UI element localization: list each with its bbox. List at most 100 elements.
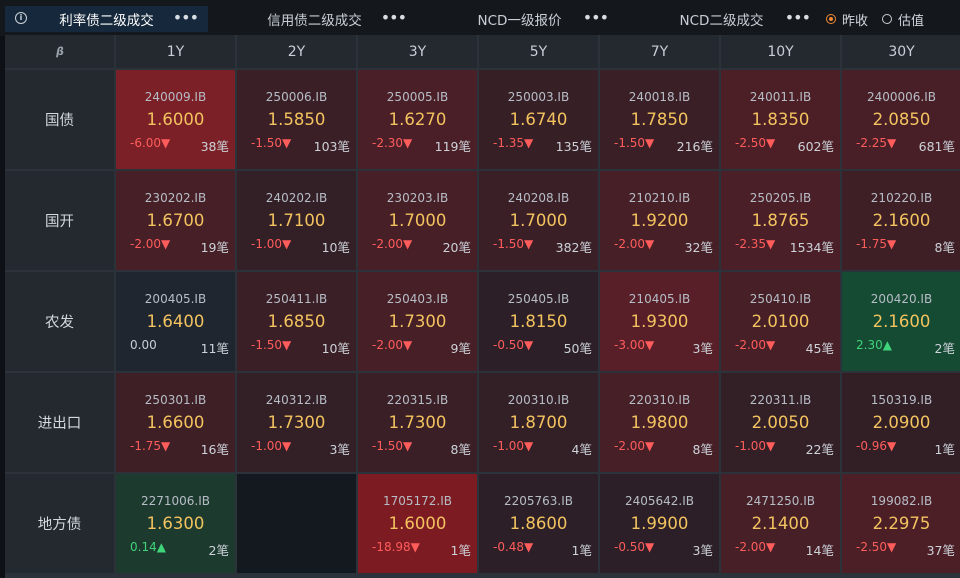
bond-cell[interactable]: 250005.IB 1.6270 -2.30▼ 119笔 (358, 70, 477, 169)
bond-cell[interactable]: 2471250.IB 2.1400 -2.00▼ 14笔 (721, 474, 840, 573)
bond-yield: 2.0050 (751, 413, 810, 432)
more-icon[interactable]: ••• (173, 9, 199, 27)
bond-cell[interactable]: 1705172.IB 1.6000 -18.98▼ 1笔 (358, 474, 477, 573)
bond-code: 230203.IB (386, 191, 449, 205)
trade-count: 382笔 (555, 240, 592, 255)
trade-count: 8笔 (692, 442, 713, 457)
column-header-30y[interactable]: 30Y (842, 35, 960, 68)
bond-code: 240312.IB (265, 393, 328, 407)
more-icon[interactable]: ••• (583, 9, 609, 27)
bp-change: -2.30▼ (372, 136, 413, 150)
bond-code: 250301.IB (144, 393, 207, 407)
bond-cell[interactable]: 2205763.IB 1.8600 -0.48▼ 1笔 (479, 474, 598, 573)
bp-change: -1.00▼ (493, 439, 534, 453)
bond-cell[interactable]: 210210.IB 1.9200 -2.00▼ 32笔 (600, 171, 719, 270)
bond-cell[interactable]: 200420.IB 2.1600 2.30▲ 2笔 (842, 272, 960, 371)
bond-cell[interactable]: 250410.IB 2.0100 -2.00▼ 45笔 (721, 272, 840, 371)
bond-cell[interactable]: 200310.IB 1.8700 -1.00▼ 4笔 (479, 373, 598, 472)
bp-change: -0.50▼ (493, 338, 534, 352)
radio-valuation[interactable]: 估值 (882, 10, 924, 29)
bond-code: 2471250.IB (745, 494, 816, 508)
row-header[interactable]: 农发 (5, 272, 114, 371)
bond-cell[interactable]: 250411.IB 1.6850 -1.50▼ 10笔 (237, 272, 356, 371)
bond-cell[interactable]: 250006.IB 1.5850 -1.50▼ 103笔 (237, 70, 356, 169)
trade-count: 50笔 (563, 341, 592, 356)
bond-code: 250410.IB (749, 292, 812, 306)
row-header[interactable]: 进出口 (5, 373, 114, 472)
bp-change: -1.75▼ (856, 237, 897, 251)
trade-count: 20笔 (442, 240, 471, 255)
trade-count: 1534笔 (789, 240, 834, 255)
bond-code: 2271006.IB (140, 494, 211, 508)
bond-code: 220311.IB (749, 393, 812, 407)
column-header-1y[interactable]: 1Y (116, 35, 235, 68)
bond-cell[interactable]: 2405642.IB 1.9900 -0.50▼ 3笔 (600, 474, 719, 573)
tab-rates-secondary[interactable]: i 利率债二级成交 ••• (5, 6, 208, 32)
more-icon[interactable]: ••• (381, 9, 407, 27)
bond-cell[interactable]: 2400006.IB 2.0850 -2.25▼ 681笔 (842, 70, 960, 169)
bond-cell[interactable]: 240018.IB 1.7850 -1.50▼ 216笔 (600, 70, 719, 169)
bond-yield: 1.7000 (388, 211, 447, 230)
tab-ncd-primary[interactable]: NCD一级报价 ••• (421, 6, 618, 32)
bond-cell[interactable]: 220310.IB 1.9800 -2.00▼ 8笔 (600, 373, 719, 472)
bond-code: 2205763.IB (503, 494, 574, 508)
bond-cell[interactable]: 250405.IB 1.8150 -0.50▼ 50笔 (479, 272, 598, 371)
bond-cell[interactable]: 220311.IB 2.0050 -1.00▼ 22笔 (721, 373, 840, 472)
bond-cell[interactable]: 210220.IB 2.1600 -1.75▼ 8笔 (842, 171, 960, 270)
bp-change: -0.96▼ (856, 439, 897, 453)
row-header[interactable]: 地方债 (5, 474, 114, 573)
bond-yield: 1.6300 (146, 514, 205, 533)
price-basis-radio-group: 昨收 估值 (826, 9, 938, 29)
trade-count: 16笔 (200, 442, 229, 457)
bp-change: -1.00▼ (251, 439, 292, 453)
bond-cell[interactable]: 240202.IB 1.7100 -1.00▼ 10笔 (237, 171, 356, 270)
tab-label: 利率债二级成交 (59, 13, 154, 29)
bond-cell[interactable]: 150319.IB 2.0900 -0.96▼ 1笔 (842, 373, 960, 472)
bond-cell[interactable]: 250205.IB 1.8765 -2.35▼ 1534笔 (721, 171, 840, 270)
bond-cell[interactable]: 240312.IB 1.7300 -1.00▼ 3笔 (237, 373, 356, 472)
bond-yield: 1.6400 (146, 312, 205, 331)
bond-cell[interactable]: 230202.IB 1.6700 -2.00▼ 19笔 (116, 171, 235, 270)
bond-yield: 1.8150 (509, 312, 568, 331)
bond-cell[interactable]: 210405.IB 1.9300 -3.00▼ 3笔 (600, 272, 719, 371)
bond-cell[interactable]: 2271006.IB 1.6300 0.14▲ 2笔 (116, 474, 235, 573)
column-header-7y[interactable]: 7Y (600, 35, 719, 68)
bond-cell[interactable]: 200405.IB 1.6400 0.00 11笔 (116, 272, 235, 371)
bp-change: -1.50▼ (614, 136, 655, 150)
column-header-3y[interactable]: 3Y (358, 35, 477, 68)
trade-count: 8笔 (934, 240, 955, 255)
trade-count: 216笔 (676, 139, 713, 154)
bond-yield: 1.9300 (630, 312, 689, 331)
row-header[interactable]: 国债 (5, 70, 114, 169)
row-header[interactable]: 国开 (5, 171, 114, 270)
bond-cell[interactable]: 230203.IB 1.7000 -2.00▼ 20笔 (358, 171, 477, 270)
bp-change: -1.50▼ (372, 439, 413, 453)
bond-cell[interactable]: 240009.IB 1.6000 -6.00▼ 38笔 (116, 70, 235, 169)
bp-change: 2.30▲ (856, 338, 892, 352)
bond-cell[interactable]: 250003.IB 1.6740 -1.35▼ 135笔 (479, 70, 598, 169)
bond-cell[interactable]: 250301.IB 1.6600 -1.75▼ 16笔 (116, 373, 235, 472)
more-icon[interactable]: ••• (785, 9, 811, 27)
bond-yield: 1.8700 (509, 413, 568, 432)
radio-prev-close[interactable]: 昨收 (826, 10, 868, 29)
column-header-2y[interactable]: 2Y (237, 35, 356, 68)
radio-label: 昨收 (842, 13, 869, 29)
bond-cell[interactable]: 199082.IB 2.2975 -2.50▼ 37笔 (842, 474, 960, 573)
column-header-5y[interactable]: 5Y (479, 35, 598, 68)
info-icon[interactable]: i (15, 12, 27, 24)
bond-cell[interactable]: 220315.IB 1.7300 -1.50▼ 8笔 (358, 373, 477, 472)
column-header-10y[interactable]: 10Y (721, 35, 840, 68)
bond-yield: 1.6700 (146, 211, 205, 230)
bp-change: -1.50▼ (493, 237, 534, 251)
bp-change: -6.00▼ (130, 136, 171, 150)
bond-cell[interactable]: 250403.IB 1.7300 -2.00▼ 9笔 (358, 272, 477, 371)
bond-cell[interactable]: 240208.IB 1.7000 -1.50▼ 382笔 (479, 171, 598, 270)
tab-ncd-secondary[interactable]: NCD二级成交 ••• (623, 6, 820, 32)
trade-count: 119笔 (434, 139, 471, 154)
bond-code: 250405.IB (507, 292, 570, 306)
bond-code: 250205.IB (749, 191, 812, 205)
bond-cell[interactable]: 240011.IB 1.8350 -2.50▼ 602笔 (721, 70, 840, 169)
beta-logo-icon[interactable]: β (54, 45, 66, 58)
bond-yield: 1.6740 (509, 110, 568, 129)
tab-credit-secondary[interactable]: 信用债二级成交 ••• (213, 6, 416, 32)
